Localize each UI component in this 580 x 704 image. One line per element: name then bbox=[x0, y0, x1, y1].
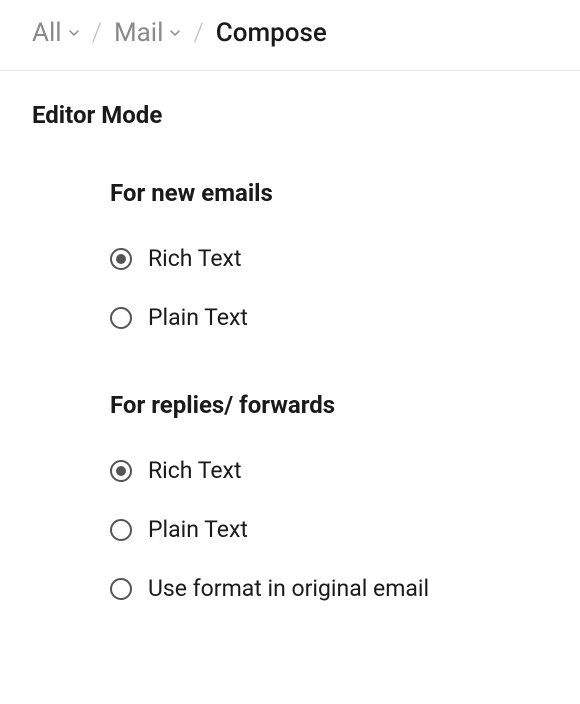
radio-circle-icon bbox=[110, 248, 132, 270]
radio-option-originalformat-reply[interactable]: Use format in original email bbox=[110, 575, 548, 602]
radio-circle-icon bbox=[110, 578, 132, 600]
breadcrumb-separator: / bbox=[193, 18, 203, 48]
breadcrumb: All / Mail / Compose bbox=[0, 0, 580, 71]
chevron-down-icon bbox=[169, 27, 181, 39]
section-title: Editor Mode bbox=[32, 101, 548, 129]
breadcrumb-item-mail[interactable]: Mail bbox=[114, 18, 182, 48]
radio-circle-icon bbox=[110, 519, 132, 541]
group-title: For new emails bbox=[110, 179, 548, 207]
radio-circle-icon bbox=[110, 307, 132, 329]
chevron-down-icon bbox=[68, 27, 80, 39]
radio-option-plaintext-reply[interactable]: Plain Text bbox=[110, 516, 548, 543]
group-new-emails: For new emails Rich Text Plain Text bbox=[32, 179, 548, 331]
radio-label: Plain Text bbox=[148, 516, 248, 543]
breadcrumb-item-compose: Compose bbox=[216, 18, 327, 48]
radio-option-richtext-new[interactable]: Rich Text bbox=[110, 245, 548, 272]
radio-circle-icon bbox=[110, 460, 132, 482]
radio-label: Rich Text bbox=[148, 245, 241, 272]
radio-option-plaintext-new[interactable]: Plain Text bbox=[110, 304, 548, 331]
breadcrumb-separator: / bbox=[92, 18, 102, 48]
group-replies-forwards: For replies/ forwards Rich Text Plain Te… bbox=[32, 391, 548, 602]
breadcrumb-item-all[interactable]: All bbox=[32, 18, 80, 48]
group-title: For replies/ forwards bbox=[110, 391, 548, 419]
section-editor-mode: Editor Mode For new emails Rich Text Pla… bbox=[0, 71, 580, 602]
radio-label: Rich Text bbox=[148, 457, 241, 484]
radio-label: Use format in original email bbox=[148, 575, 429, 602]
radio-label: Plain Text bbox=[148, 304, 248, 331]
radio-option-richtext-reply[interactable]: Rich Text bbox=[110, 457, 548, 484]
breadcrumb-label: Mail bbox=[114, 18, 164, 48]
breadcrumb-label: All bbox=[32, 18, 62, 48]
breadcrumb-label: Compose bbox=[216, 18, 327, 48]
